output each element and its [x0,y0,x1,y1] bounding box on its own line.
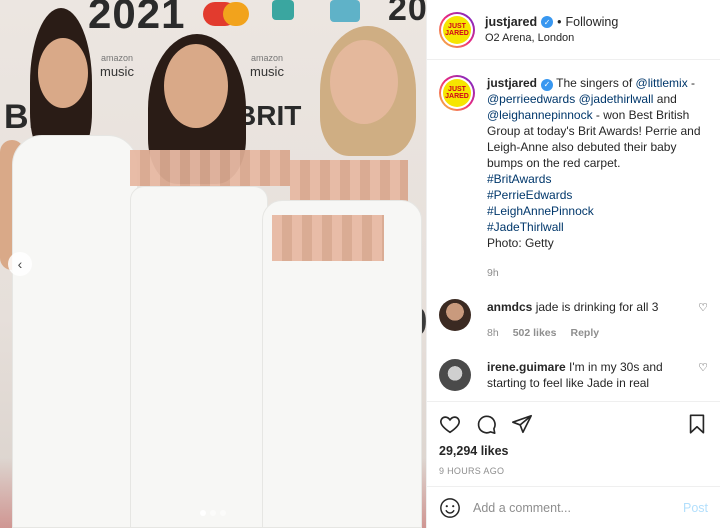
caption-text-segment: - [687,76,696,90]
caption-credit: Photo: Getty [487,236,554,250]
likes-count[interactable]: 29,294 likes [439,444,708,458]
profile-avatar[interactable]: JUST JARED [439,11,475,48]
person-left-face [38,38,88,108]
share-send-icon[interactable] [511,413,533,435]
backdrop-logo-orange [223,2,249,26]
comment-likes[interactable]: 502 likes [513,325,557,341]
commenter-avatar[interactable] [439,299,471,331]
mention-link[interactable]: @perrieedwards [487,92,575,106]
verified-badge-icon: ✓ [541,79,554,91]
person-right-censor-blur-bottom [272,215,384,261]
header-username[interactable]: justjared [485,15,537,29]
like-heart-icon[interactable] [439,413,461,435]
chevron-left-icon: ‹ [17,256,23,272]
save-bookmark-icon[interactable] [686,413,708,435]
hashtag-link[interactable]: #JadeThirlwall [487,219,708,235]
mention-link[interactable]: @jadethirlwall [579,92,654,106]
caption-time: 9h [487,267,499,279]
add-comment-input[interactable] [473,500,683,515]
hashtag-link[interactable]: #LeighAnnePinnock [487,203,708,219]
person-middle-censor-blur [130,150,290,186]
comment-bubble-icon[interactable] [475,413,497,435]
post-photo[interactable]: 2021 20 amazonmusic amazonmusic BRIT BRI… [0,0,426,528]
comment-item: anmdcs jade is drinking for all 3 8h 502… [439,299,708,341]
carousel-prev-button[interactable]: ‹ [8,252,32,276]
commenter-avatar[interactable] [439,359,471,391]
caption-username[interactable]: justjared [487,76,537,90]
verified-badge-icon: ✓ [541,16,554,28]
caption-text-segment: The singers of [553,76,636,90]
carousel-dot [210,510,216,516]
person-middle-dress [130,186,268,528]
post-comment-button[interactable]: Post [683,501,708,515]
comment-reply-button[interactable]: Reply [570,325,599,341]
instagram-post-modal: 2021 20 amazonmusic amazonmusic BRIT BRI… [0,0,720,528]
mention-link[interactable]: @littlemix [636,76,688,90]
following-button[interactable]: Following [566,15,619,29]
comment-username[interactable]: irene.guimare [487,360,566,374]
carousel-dot-active [200,510,206,516]
comment-item: irene.guimare I'm in my 30s and starting… [439,359,708,391]
post-side-panel: JUST JARED justjared ✓ • Following O2 Are… [426,0,720,528]
backdrop-amazon-music-2: amazon music [250,53,284,79]
person-middle-face [164,44,228,128]
caption-hashtags: #BritAwards #PerrieEdwards #LeighAnnePinno… [487,171,708,235]
person-right-face [330,40,398,124]
person-right-censor-blur-top [290,160,408,202]
comment-time: 8h [487,327,499,339]
post-timestamp[interactable]: 9 HOURS AGO [439,466,708,476]
add-comment-bar: Post [427,486,720,528]
post-location[interactable]: O2 Arena, London [485,32,618,44]
comment-text: jade is drinking for all 3 [535,300,659,314]
post-header: JUST JARED justjared ✓ • Following O2 Are… [427,0,720,60]
caption-text: justjared ✓ The singers of @littlemix - @… [487,75,708,171]
comments-list[interactable]: JUST JARED justjared ✓ The singers of @lit… [427,61,720,401]
comment-like-heart-icon[interactable]: ♡ [696,301,708,341]
caption-avatar[interactable]: JUST JARED [439,75,475,111]
carousel-dot [220,510,226,516]
backdrop-year-text-right: 20 [388,0,426,28]
emoji-smiley-icon[interactable] [439,497,461,519]
caption: JUST JARED justjared ✓ The singers of @lit… [439,75,708,281]
follow-dot: • [557,15,562,29]
comment-like-heart-icon[interactable]: ♡ [696,361,708,391]
comment-username[interactable]: anmdcs [487,300,532,314]
caption-text-segment: and [653,92,677,106]
backdrop-logo-teal [272,0,294,20]
hashtag-link[interactable]: #PerrieEdwards [487,187,708,203]
person-left-dress [12,135,138,528]
carousel-dots [200,510,226,516]
backdrop-year-text: 2021 [88,0,186,37]
backdrop-logo-blue [330,0,360,22]
mention-link[interactable]: @leighannepinnock [487,108,593,122]
hashtag-link[interactable]: #BritAwards [487,171,708,187]
post-actions: 29,294 likes 9 HOURS AGO [427,401,720,476]
backdrop-amazon-music-1: amazon music [100,53,134,79]
